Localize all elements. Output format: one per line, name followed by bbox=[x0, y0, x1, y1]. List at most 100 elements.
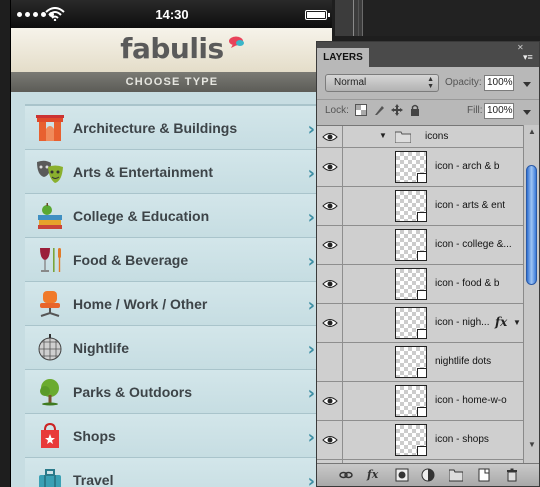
layer-name: icon - arch & b bbox=[435, 161, 500, 172]
chevron-right-icon: › bbox=[307, 119, 315, 140]
layer-name: icon - nigh... bbox=[435, 317, 490, 328]
list-item-label: Arts & Entertainment bbox=[73, 163, 214, 180]
fx-icon[interactable]: fx bbox=[367, 468, 381, 482]
status-time: 14:30 bbox=[155, 7, 189, 22]
layer-row[interactable]: nightlife dots bbox=[317, 343, 523, 382]
smart-object-badge-icon bbox=[417, 173, 427, 183]
blend-mode-select[interactable]: Normal ▲ ▼ bbox=[325, 74, 439, 92]
eye-icon[interactable] bbox=[322, 396, 338, 406]
list-item-label: College & Education bbox=[73, 207, 210, 224]
layer-thumbnail bbox=[395, 385, 427, 417]
list-item-home-work[interactable]: Home / Work / Other › bbox=[25, 282, 325, 326]
fill-dropdown-icon[interactable] bbox=[523, 110, 531, 115]
list-item-label: Food & Beverage bbox=[73, 251, 189, 268]
opacity-label: Opacity: bbox=[445, 77, 482, 88]
expand-effects-icon[interactable]: ▼ bbox=[513, 318, 521, 327]
eye-icon[interactable] bbox=[322, 318, 338, 328]
smart-object-badge-icon bbox=[417, 368, 427, 378]
smart-object-badge-icon bbox=[417, 329, 427, 339]
fill-label: Fill: bbox=[467, 105, 483, 116]
theatre-masks-icon bbox=[33, 155, 67, 189]
tab-layers[interactable]: LAYERS bbox=[317, 48, 369, 67]
new-layer-icon[interactable] bbox=[477, 468, 491, 482]
layer-group-row[interactable]: ▼ icons bbox=[317, 126, 523, 148]
folder-icon[interactable] bbox=[449, 468, 463, 482]
lock-brush-icon[interactable] bbox=[373, 104, 385, 116]
adjustment-icon[interactable] bbox=[421, 468, 435, 482]
list-item-nightlife[interactable]: Nightlife › bbox=[25, 326, 325, 370]
workspace-canvas-area bbox=[362, 0, 540, 36]
lock-transparency-icon[interactable] bbox=[355, 104, 367, 116]
eye-icon[interactable] bbox=[322, 279, 338, 289]
eye-icon[interactable] bbox=[322, 132, 338, 142]
eye-icon[interactable] bbox=[322, 201, 338, 211]
list-item-architecture[interactable]: Architecture & Buildings › bbox=[25, 106, 325, 150]
lock-all-icon[interactable] bbox=[409, 104, 421, 116]
list-item-shops[interactable]: Shops › bbox=[25, 414, 325, 458]
category-list: Architecture & Buildings › Arts & Entert… bbox=[25, 106, 325, 487]
layer-row[interactable]: icon - home-w-o bbox=[317, 382, 523, 421]
list-item-college[interactable]: College & Education › bbox=[25, 194, 325, 238]
scroll-up-icon[interactable]: ▲ bbox=[528, 127, 536, 136]
shopping-bag-icon bbox=[33, 419, 67, 453]
list-item-label: Architecture & Buildings bbox=[73, 119, 238, 136]
trash-icon[interactable] bbox=[505, 468, 519, 482]
app-logo: fabulis bbox=[120, 32, 224, 65]
phone-mockup: 14:30 fabulis CHOOSE TYPE Architecture &… bbox=[10, 0, 332, 487]
lock-move-icon[interactable] bbox=[391, 104, 403, 116]
layer-row[interactable]: icon - food & b bbox=[317, 265, 523, 304]
screen: 14:30 fabulis CHOOSE TYPE Architecture &… bbox=[0, 0, 540, 487]
mask-icon[interactable] bbox=[395, 468, 409, 482]
eye-icon[interactable] bbox=[322, 435, 338, 445]
expand-triangle-icon[interactable]: ▼ bbox=[379, 131, 387, 140]
panel-tab-bar: LAYERS ✕ ▾≡ bbox=[317, 42, 539, 67]
scrollbar-thumb[interactable] bbox=[526, 165, 537, 285]
list-item-travel[interactable]: Travel › bbox=[25, 458, 325, 487]
list-item-parks[interactable]: Parks & Outdoors › bbox=[25, 370, 325, 414]
list-item-arts[interactable]: Arts & Entertainment › bbox=[25, 150, 325, 194]
chevron-right-icon: › bbox=[307, 163, 315, 184]
blend-row: Normal ▲ ▼ Opacity: 100% bbox=[317, 72, 539, 94]
chevron-right-icon: › bbox=[307, 471, 315, 487]
chevron-right-icon: › bbox=[307, 251, 315, 272]
link-icon[interactable] bbox=[339, 468, 353, 482]
close-icon[interactable]: ✕ bbox=[517, 43, 524, 52]
layers-scrollbar[interactable]: ▲ ▼ bbox=[523, 125, 539, 463]
scroll-down-icon[interactable]: ▼ bbox=[528, 440, 536, 449]
layers-list: ▼ icons icon - arch & b icon - arts & en… bbox=[317, 125, 523, 463]
layers-bottom-toolbar: fx bbox=[317, 463, 539, 486]
layer-name: icon - food & b bbox=[435, 278, 500, 289]
opacity-dropdown-icon[interactable] bbox=[523, 82, 531, 87]
chevron-right-icon: › bbox=[307, 339, 315, 360]
layer-thumbnail bbox=[395, 268, 427, 300]
tree-icon bbox=[33, 375, 67, 409]
layer-effects-icon[interactable]: fx bbox=[495, 315, 507, 329]
smart-object-badge-icon bbox=[417, 290, 427, 300]
opacity-field[interactable]: 100% bbox=[484, 75, 514, 91]
eye-icon[interactable] bbox=[322, 240, 338, 250]
smart-object-badge-icon bbox=[417, 212, 427, 222]
chevron-right-icon: › bbox=[307, 207, 315, 228]
layer-row[interactable]: icon - arch & b bbox=[317, 148, 523, 187]
speech-bubble-icon bbox=[229, 36, 244, 48]
list-item-food[interactable]: Food & Beverage › bbox=[25, 238, 325, 282]
disco-ball-icon bbox=[33, 331, 67, 365]
smart-object-badge-icon bbox=[417, 446, 427, 456]
layer-thumbnail bbox=[395, 151, 427, 183]
section-title: CHOOSE TYPE bbox=[11, 72, 332, 92]
eye-icon[interactable] bbox=[322, 162, 338, 172]
workspace-divider bbox=[358, 0, 359, 36]
layer-row[interactable]: icon - nigh... fx ▼ bbox=[317, 304, 523, 343]
layer-row[interactable]: icon - shops bbox=[317, 421, 523, 460]
fill-field[interactable]: 100% bbox=[484, 103, 514, 119]
layer-row[interactable]: icon - arts & ent bbox=[317, 187, 523, 226]
panel-menu-icon[interactable]: ▾≡ bbox=[523, 53, 536, 62]
chevron-right-icon: › bbox=[307, 427, 315, 448]
list-item-label: Nightlife bbox=[73, 339, 129, 356]
blend-mode-value: Normal bbox=[334, 77, 367, 88]
lock-label: Lock: bbox=[325, 105, 349, 116]
layer-thumbnail bbox=[395, 346, 427, 378]
battery-icon bbox=[305, 10, 330, 20]
chevron-right-icon: › bbox=[307, 383, 315, 404]
layer-row[interactable]: icon - college &... bbox=[317, 226, 523, 265]
